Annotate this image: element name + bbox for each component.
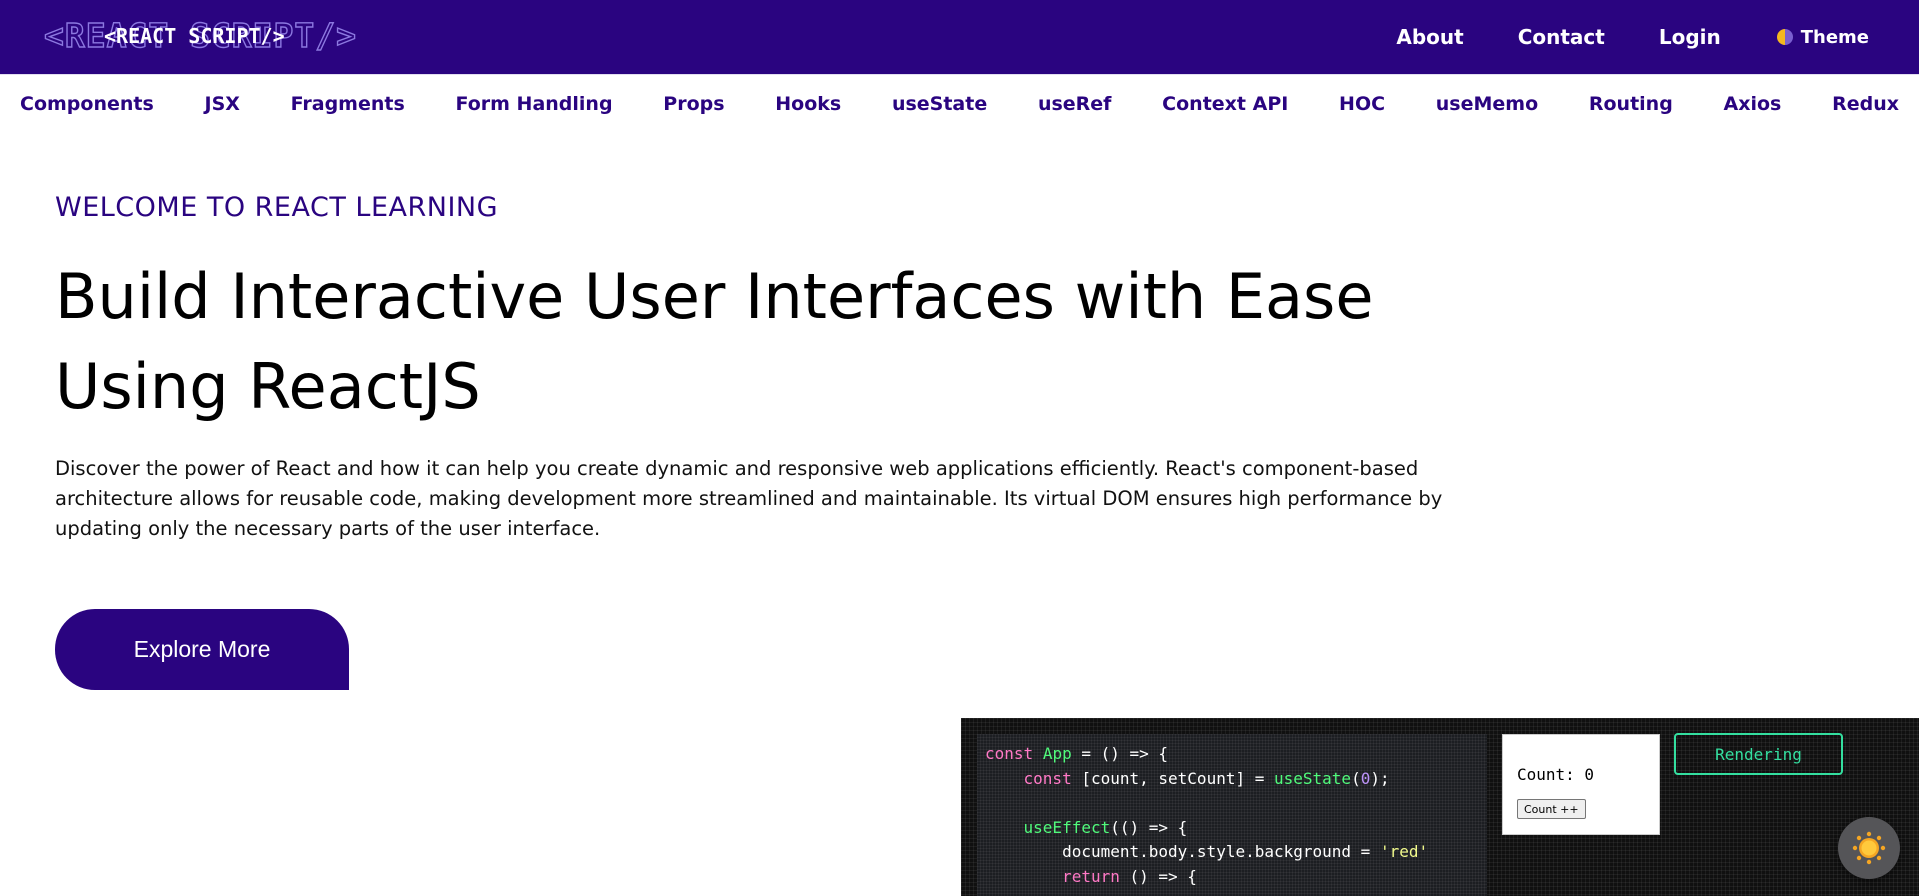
top-nav: About Contact Login Theme	[1342, 0, 1869, 74]
theme-label: Theme	[1800, 26, 1869, 48]
hero-headline: Build Interactive User Interfaces with E…	[55, 252, 1455, 432]
count-increment-button[interactable]: Count ++	[1517, 799, 1586, 819]
logo-text: <REACT SCRIPT/>	[104, 24, 285, 48]
code-line-4: useEffect(() => {	[1023, 817, 1188, 837]
topic-link-form-handling[interactable]: Form Handling	[456, 93, 613, 115]
hero-eyebrow: WELCOME TO REACT LEARNING	[55, 192, 499, 223]
render-preview: Count: 0 Count ++	[1502, 734, 1660, 835]
topic-link-context-api[interactable]: Context API	[1162, 93, 1288, 115]
theme-toggle[interactable]: Theme	[1776, 26, 1869, 48]
nav-contact-link[interactable]: Contact	[1518, 25, 1605, 49]
code-line-6: return () => {	[1062, 866, 1197, 886]
floating-theme-button[interactable]	[1838, 817, 1900, 879]
topic-link-fragments[interactable]: Fragments	[291, 93, 405, 115]
code-line-5: document.body.style.background = 'red'	[985, 842, 1429, 861]
topic-nav: Components JSX Fragments Form Handling P…	[0, 74, 1919, 132]
hero-headline-line1: Build Interactive User Interfaces with E…	[55, 260, 1374, 333]
hero-headline-line2: Using ReactJS	[55, 350, 481, 423]
nav-about-link[interactable]: About	[1396, 25, 1463, 49]
code-line-1: const App = () => {	[985, 744, 1169, 763]
topic-link-jsx[interactable]: JSX	[205, 93, 240, 115]
top-header: <REACT SCRIPT/> <REACT SCRIPT/> About Co…	[0, 0, 1919, 74]
code-demo-panel: const App = () => { const [count, setCou…	[961, 718, 1919, 896]
topic-link-useref[interactable]: useRef	[1038, 93, 1112, 115]
topic-link-routing[interactable]: Routing	[1589, 93, 1673, 115]
rendering-status-badge: Rendering	[1674, 733, 1843, 775]
nav-login-link[interactable]: Login	[1659, 25, 1721, 49]
code-editor: const App = () => { const [count, setCou…	[977, 734, 1487, 896]
topic-link-hoc[interactable]: HOC	[1339, 93, 1385, 115]
count-display: Count: 0	[1517, 765, 1595, 784]
topic-link-usememo[interactable]: useMemo	[1436, 93, 1538, 115]
explore-more-button[interactable]: Explore More	[55, 609, 349, 690]
sun-icon	[1852, 831, 1886, 865]
site-logo[interactable]: <REACT SCRIPT/> <REACT SCRIPT/>	[43, 15, 356, 58]
hero-description: Discover the power of React and how it c…	[55, 457, 1443, 540]
topic-link-hooks[interactable]: Hooks	[775, 93, 841, 115]
topic-link-usestate[interactable]: useState	[892, 93, 987, 115]
topic-link-components[interactable]: Components	[20, 93, 154, 115]
code-line-2: const [count, setCount] = useState(0);	[1023, 768, 1390, 788]
half-circle-icon	[1776, 29, 1793, 45]
topic-link-axios[interactable]: Axios	[1724, 93, 1782, 115]
topic-link-redux[interactable]: Redux	[1832, 93, 1899, 115]
topic-link-props[interactable]: Props	[663, 93, 724, 115]
